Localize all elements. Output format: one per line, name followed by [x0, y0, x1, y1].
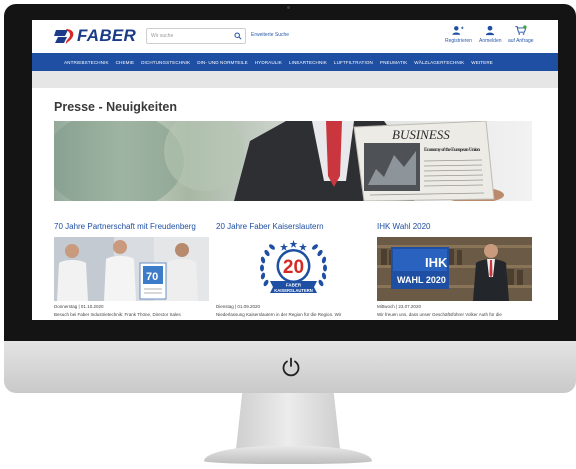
news-card-date: Mittwoch | 23.07.2020: [377, 304, 421, 309]
hero-image: BUSINESS Economy of the European Union: [54, 121, 532, 201]
logo-text: FABER: [77, 26, 137, 45]
ihk-election-photo: IHK WAHL 2020: [377, 237, 532, 301]
news-card-date: Dienstag | 01.09.2020: [216, 304, 260, 309]
nav-item-chemie[interactable]: CHEMIE: [116, 60, 134, 65]
newspaper-subtitle: Economy of the European Union: [424, 148, 480, 153]
camera-dot: [287, 6, 290, 9]
news-card[interactable]: IHK Wahl 2020 IHK WAHL 2020 Mittwoch | 2…: [377, 222, 532, 317]
news-card-image[interactable]: 20 FABER KAISERSLAUTERN: [216, 237, 371, 301]
page-title: Presse - Neuigkeiten: [54, 100, 177, 114]
register-label: Registrieren: [445, 38, 472, 44]
search-placeholder: Wir suche: [151, 33, 174, 39]
advanced-search-link[interactable]: Erweiterte Suche: [251, 32, 289, 38]
power-icon[interactable]: [280, 356, 302, 378]
news-card-title[interactable]: 20 Jahre Faber Kaiserslautern: [216, 222, 371, 231]
news-card-excerpt: Niederlassung Kaiserslautern in der Regi…: [216, 312, 342, 317]
freudenberg-handover-photo: 70: [54, 237, 209, 301]
wahl-2020-sign-text: WAHL 2020: [397, 275, 446, 285]
anniversary-20-badge: 20 FABER KAISERSLAUTERN: [216, 237, 371, 301]
search-icon[interactable]: [234, 32, 242, 40]
cart-icon: [515, 25, 527, 35]
news-card-date: Donnerstag | 01.10.2020: [54, 304, 104, 309]
user-icon: [486, 25, 495, 36]
nav-item-lineartechnik[interactable]: LINEARTECHNIK: [289, 60, 327, 65]
breadcrumb-bar: [32, 71, 558, 88]
register-icon: [452, 26, 465, 35]
monitor-stand-foot: [204, 446, 372, 464]
login-label: Anmelden: [479, 38, 502, 44]
nav-item-waelzlagertechnik[interactable]: WÄLZLAGERTECHNIK: [414, 60, 464, 65]
news-card-image[interactable]: 70: [54, 237, 209, 301]
register-button[interactable]: Registrieren: [445, 25, 472, 44]
ribbon-text-kaiserslautern: KAISERSLAUTERN: [274, 288, 313, 293]
nav-item-hydraulik[interactable]: HYDRAULIK: [255, 60, 282, 65]
nav-item-weitere[interactable]: WEITERE: [471, 60, 493, 65]
anniversary-badge-text: 70: [146, 271, 158, 283]
inquiry-cart-label: auf Anfrage: [508, 38, 534, 44]
nav-item-dichtungstechnik[interactable]: DICHTUNGSTECHNIK: [141, 60, 190, 65]
monitor-scene: FABER Wir suche Erweiterte Suche Registr…: [0, 0, 576, 469]
news-card-title[interactable]: IHK Wahl 2020: [377, 222, 532, 231]
main-nav: ANTRIEBSTECHNIK CHEMIE DICHTUNGSTECHNIK …: [32, 53, 558, 71]
anniversary-number: 20: [283, 257, 304, 278]
nav-item-antriebstechnik[interactable]: ANTRIEBSTECHNIK: [64, 60, 109, 65]
nav-item-luftfiltration[interactable]: LUFTFILTRATION: [334, 60, 373, 65]
businessman-newspaper-illustration: BUSINESS Economy of the European Union: [54, 121, 504, 201]
nav-item-pneumatik[interactable]: PNEUMATIK: [380, 60, 407, 65]
nav-item-din-normteile[interactable]: DIN- UND NORMTEILE: [197, 60, 248, 65]
search-input[interactable]: Wir suche: [146, 28, 246, 44]
newspaper-title: BUSINESS: [392, 127, 450, 142]
logo-mark-icon: [54, 29, 74, 44]
news-card-title[interactable]: 70 Jahre Partnerschaft mit Freudenberg: [54, 222, 209, 231]
site-header: FABER Wir suche Erweiterte Suche Registr…: [32, 20, 558, 53]
news-card[interactable]: 20 Jahre Faber Kaiserslautern 20 FABER K…: [216, 222, 371, 317]
faber-logo[interactable]: FABER: [54, 25, 136, 47]
screen: FABER Wir suche Erweiterte Suche Registr…: [32, 20, 558, 320]
inquiry-cart-button[interactable]: auf Anfrage: [508, 25, 534, 44]
login-button[interactable]: Anmelden: [479, 25, 502, 44]
news-card[interactable]: 70 Jahre Partnerschaft mit Freudenberg 7…: [54, 222, 209, 317]
ribbon-text-faber: FABER: [286, 283, 302, 288]
news-card-image[interactable]: IHK WAHL 2020: [377, 237, 532, 301]
monitor-stand-neck: [236, 393, 340, 449]
ihk-sign-text: IHK: [425, 255, 448, 270]
news-card-excerpt: Besuch bei Faber Industrietechnik: Frank…: [54, 312, 181, 317]
news-card-excerpt: Wir freuen uns, dass unser Geschäftsführ…: [377, 312, 502, 317]
